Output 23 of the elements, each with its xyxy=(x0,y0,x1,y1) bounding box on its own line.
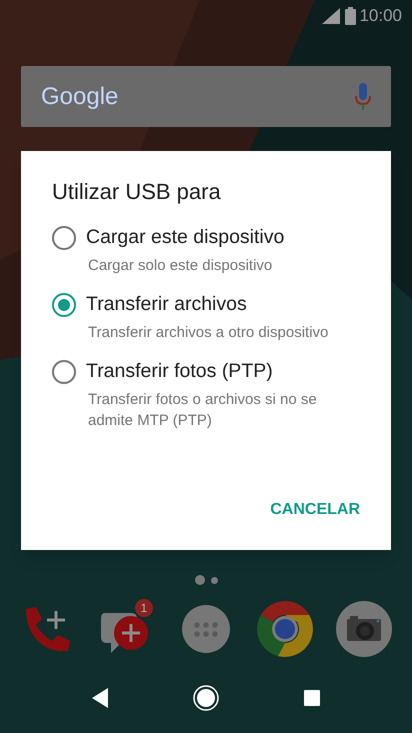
radio-option[interactable]: Transferir fotos (PTP) xyxy=(52,357,360,387)
radio-button[interactable] xyxy=(52,226,76,250)
camera-icon[interactable] xyxy=(336,601,392,657)
radio-button[interactable] xyxy=(52,360,76,384)
dialog-title: Utilizar USB para xyxy=(52,178,222,206)
back-icon[interactable] xyxy=(92,688,108,708)
option-description: Transferir fotos o archivos si no se admite MTP (PTP) xyxy=(88,390,318,431)
search-bar[interactable]: Google xyxy=(21,66,391,127)
option-label: Transferir archivos xyxy=(86,292,247,318)
radio-option[interactable]: Cargar este dispositivo xyxy=(52,223,360,253)
battery-icon xyxy=(345,7,356,25)
signal-icon xyxy=(322,8,342,24)
app-drawer-icon[interactable] xyxy=(180,604,231,654)
option-description: Transferir archivos a otro dispositivo xyxy=(88,323,330,343)
option-label: Cargar este dispositivo xyxy=(86,225,284,250)
home-icon[interactable] xyxy=(192,684,219,710)
search-logo: Google xyxy=(41,82,118,112)
browser-icon[interactable] xyxy=(256,600,314,658)
clock-text: 10:00 xyxy=(359,5,402,28)
option-description: Cargar solo este dispositivo xyxy=(88,256,274,276)
radio-button[interactable] xyxy=(52,293,76,317)
option-label: Transferir fotos (PTP) xyxy=(86,359,273,384)
radio-option[interactable]: Transferir archivos xyxy=(52,290,360,320)
